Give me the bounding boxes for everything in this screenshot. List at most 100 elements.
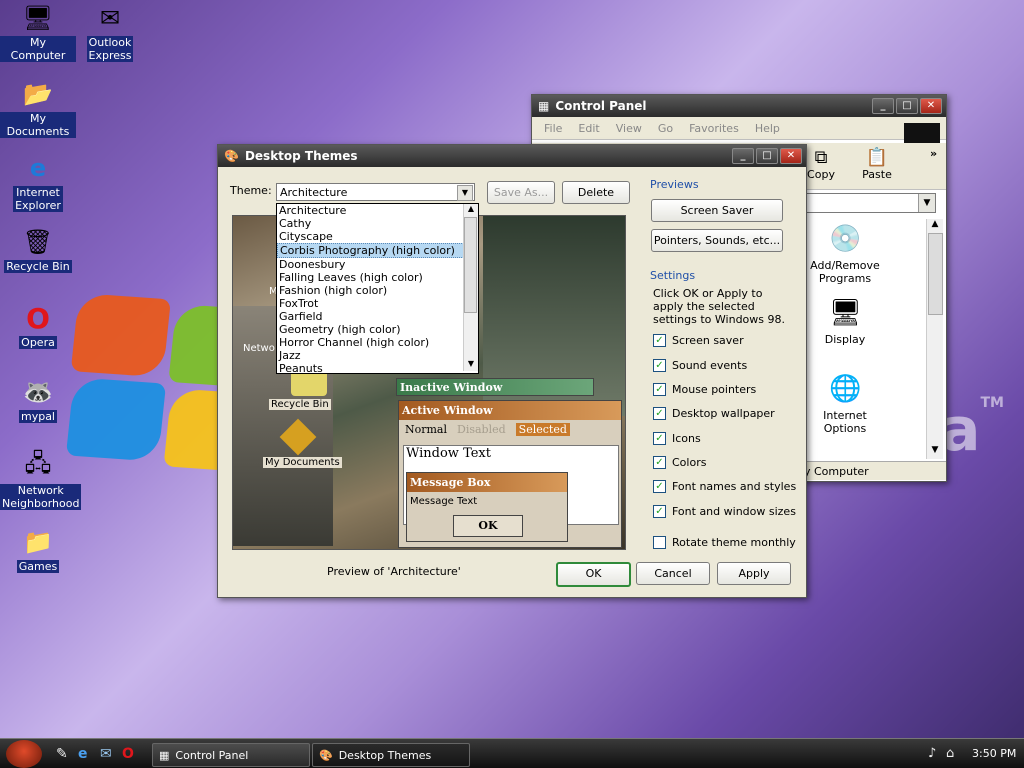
checkbox-desktop-wallpaper[interactable]: ✓ Desktop wallpaper (653, 407, 775, 420)
list-item[interactable]: Cathy (277, 217, 478, 230)
start-button[interactable] (6, 740, 42, 768)
internet-options-icon: 🌐 (829, 374, 862, 404)
quicklaunch-ie-icon[interactable]: e (78, 746, 88, 762)
list-item[interactable]: Peanuts (277, 362, 478, 375)
pointers-sounds-button[interactable]: Pointers, Sounds, etc... (651, 229, 783, 252)
scroll-up-icon[interactable]: ▲ (927, 219, 943, 233)
menu-file[interactable]: File (544, 122, 562, 135)
checkbox-sound-events[interactable]: ✓ Sound events (653, 359, 747, 372)
desktop-icon-outlook[interactable]: ✉ Outlook Express (72, 2, 148, 62)
cancel-button[interactable]: Cancel (636, 562, 710, 585)
checkbox-box[interactable]: ✓ (653, 334, 666, 347)
desktop-icon-network[interactable]: 🖧 Network Neighborhood (0, 448, 82, 510)
list-item[interactable]: Fashion (high color) (277, 284, 478, 297)
desktop-icon-mypal[interactable]: 🦝 mypal (0, 376, 76, 423)
preview-caption: Preview of 'Architecture' (327, 565, 461, 578)
add-remove-programs-icon: 💿 (829, 224, 862, 254)
checkbox-box[interactable]: ✓ (653, 359, 666, 372)
scroll-up-icon[interactable]: ▲ (464, 204, 478, 216)
chevron-down-icon[interactable]: ▼ (918, 194, 935, 212)
theme-select[interactable]: Architecture ▼ (276, 183, 475, 201)
desktop-icon-recycle-bin[interactable]: 🗑 Recycle Bin (0, 226, 76, 273)
checkbox-box[interactable]: ✓ (653, 407, 666, 420)
cp-item-add-remove[interactable]: 💿 Add/Remove Programs (800, 223, 890, 285)
list-item[interactable]: Garfield (277, 310, 478, 323)
checkbox-screen-saver[interactable]: ✓ Screen saver (653, 334, 744, 347)
close-button[interactable]: ✕ (920, 98, 942, 114)
checkbox-font-sizes[interactable]: ✓ Font and window sizes (653, 505, 796, 518)
list-item-selected[interactable]: Corbis Photography (high color) (277, 243, 478, 258)
checkbox-box[interactable]: ✓ (653, 505, 666, 518)
folder-icon: ▦ (538, 99, 550, 113)
desktop-icon-my-computer[interactable]: 🖥 My Computer (0, 2, 76, 62)
delete-button[interactable]: Delete (562, 181, 630, 204)
menu-go[interactable]: Go (658, 122, 673, 135)
checkbox-box[interactable]: ✓ (653, 383, 666, 396)
save-as-button[interactable]: Save As... (487, 181, 555, 204)
tray-network-icon[interactable]: ⌂ (946, 746, 954, 761)
list-item[interactable]: Falling Leaves (high color) (277, 271, 478, 284)
windows-flag-icon (904, 123, 940, 143)
scrollbar[interactable]: ▲ ▼ (926, 219, 943, 459)
minimize-button[interactable]: _ (872, 98, 894, 114)
cp-item-display[interactable]: 🖥 Display (800, 297, 890, 346)
copy-button[interactable]: ⧉ Copy (804, 147, 838, 181)
menu-help[interactable]: Help (755, 122, 780, 135)
clock[interactable]: 3:50 PM (972, 747, 1016, 760)
ok-button[interactable]: OK (556, 562, 631, 587)
desktop-themes-titlebar[interactable]: 🎨 Desktop Themes _ □ ✕ (218, 145, 806, 167)
screen-saver-button[interactable]: Screen Saver (651, 199, 783, 222)
menu-edit[interactable]: Edit (578, 122, 599, 135)
quicklaunch-opera-icon[interactable]: O (122, 746, 134, 762)
list-item[interactable]: Cityscape (277, 230, 478, 243)
cp-item-internet-options[interactable]: 🌐 Internet Options (800, 373, 890, 435)
control-panel-titlebar[interactable]: ▦ Control Panel _ □ ✕ (532, 95, 946, 117)
taskbar-control-panel[interactable]: ▦ Control Panel (152, 743, 310, 767)
checkbox-rotate-theme[interactable]: Rotate theme monthly (653, 536, 796, 549)
scroll-down-icon[interactable]: ▼ (464, 359, 478, 371)
desktop-icon-opera[interactable]: O Opera (0, 302, 76, 349)
quicklaunch-outlook-icon[interactable]: ✉ (100, 746, 112, 762)
list-item[interactable]: Doonesbury (277, 258, 478, 271)
quicklaunch-desktop-icon[interactable]: ✎ (56, 746, 68, 762)
list-item[interactable]: Architecture (277, 204, 478, 217)
network-icon: 🖧 (24, 448, 52, 477)
list-item[interactable]: Horror Channel (high color) (277, 336, 478, 349)
list-item[interactable]: Geometry (high color) (277, 323, 478, 336)
maximize-button[interactable]: □ (756, 148, 778, 164)
theme-label: Theme: (230, 184, 272, 197)
minimize-button[interactable]: _ (732, 148, 754, 164)
list-item[interactable]: Jazz (277, 349, 478, 362)
close-button[interactable]: ✕ (780, 148, 802, 164)
scroll-down-icon[interactable]: ▼ (927, 445, 943, 459)
menu-favorites[interactable]: Favorites (689, 122, 739, 135)
checkbox-mouse-pointers[interactable]: ✓ Mouse pointers (653, 383, 756, 396)
list-item[interactable]: FoxTrot (277, 297, 478, 310)
tray-speaker-icon[interactable]: ♪ (928, 746, 936, 761)
apply-button[interactable]: Apply (717, 562, 791, 585)
checkbox-icons[interactable]: ✓ Icons (653, 432, 701, 445)
scroll-thumb[interactable] (928, 233, 943, 315)
control-panel-icon: ▦ (159, 748, 170, 762)
maximize-button[interactable]: □ (896, 98, 918, 114)
desktop-icon-games[interactable]: 📁 Games (0, 526, 76, 573)
checkbox-font-names[interactable]: ✓ Font names and styles (653, 480, 796, 493)
desktop-icon-my-documents[interactable]: 📂 My Documents (0, 78, 76, 138)
menu-view[interactable]: View (616, 122, 642, 135)
taskbar: ✎ e ✉ O ▦ Control Panel 🎨 Desktop Themes… (0, 738, 1024, 768)
checkbox-colors[interactable]: ✓ Colors (653, 456, 706, 469)
vista-logo-text: aTM (940, 395, 1004, 465)
desktop-icon-internet-explorer[interactable]: e Internet Explorer (0, 152, 76, 212)
checkbox-box[interactable]: ✓ (653, 456, 666, 469)
scroll-thumb[interactable] (464, 217, 477, 313)
checkbox-box[interactable] (653, 536, 666, 549)
theme-dropdown-list[interactable]: Architecture Cathy Cityscape Corbis Phot… (276, 203, 479, 375)
chevron-down-icon[interactable]: ▼ (457, 185, 473, 201)
checkbox-box[interactable]: ✓ (653, 480, 666, 493)
taskbar-desktop-themes[interactable]: 🎨 Desktop Themes (312, 743, 470, 767)
toolbar-more-chevron[interactable]: » (930, 147, 937, 160)
address-combo[interactable]: ▼ (802, 193, 936, 213)
dropdown-scrollbar[interactable]: ▲ ▼ (463, 204, 478, 371)
checkbox-box[interactable]: ✓ (653, 432, 666, 445)
paste-button[interactable]: 📋 Paste (860, 147, 894, 181)
